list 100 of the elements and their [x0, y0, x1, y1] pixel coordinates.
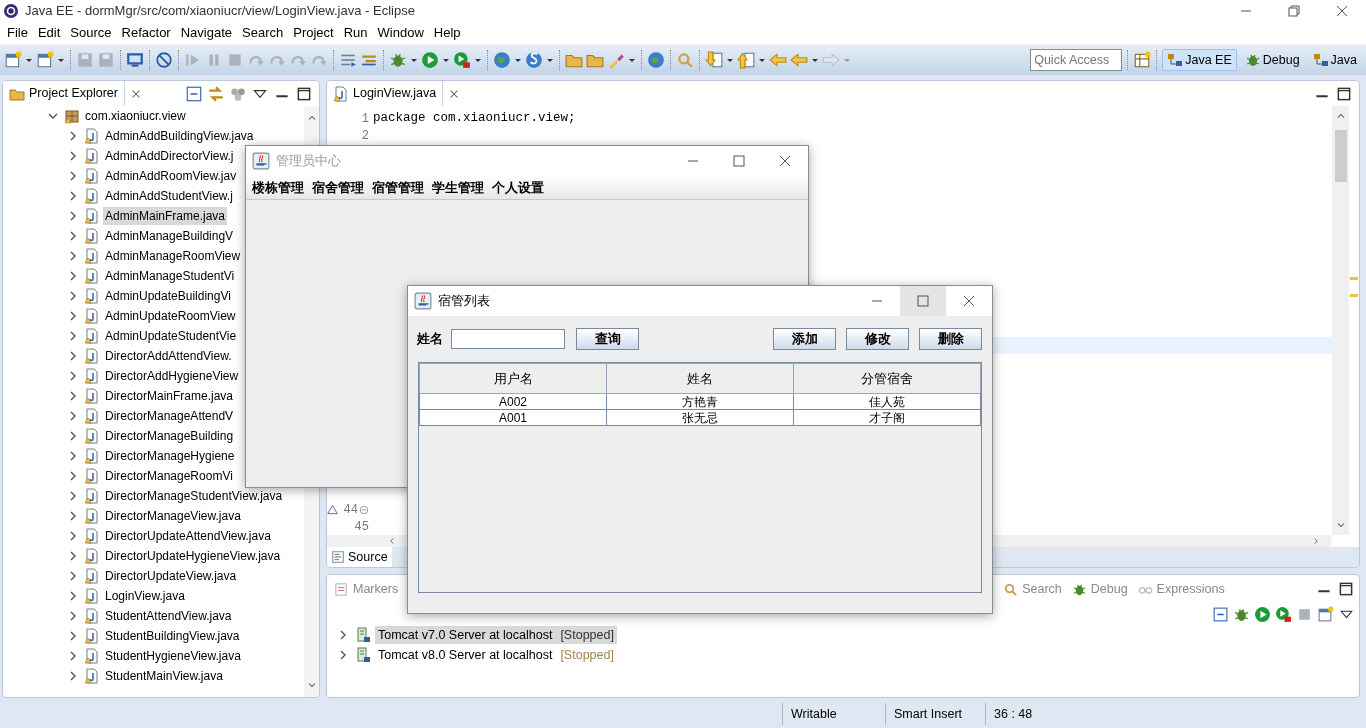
perspective-button[interactable]: Java	[1307, 48, 1362, 72]
file-icon	[84, 288, 100, 304]
file-icon	[84, 368, 100, 384]
menu-item[interactable]: Refactor	[116, 23, 176, 43]
tree-item[interactable]: LoginView.java	[103, 587, 187, 605]
table-icon[interactable]	[1133, 51, 1152, 69]
file-icon	[84, 248, 100, 264]
server-item[interactable]: Tomcat v8.0 Server at localhost [Stopped]	[375, 645, 617, 665]
tree-item[interactable]: AdminUpdateStudentVie	[103, 327, 239, 345]
menu-item[interactable]: File	[2, 23, 33, 43]
tree-item[interactable]: AdminAddDirectorView.j	[103, 147, 236, 165]
menu-item[interactable]: Help	[428, 23, 466, 43]
menu-item[interactable]: 宿管管理	[370, 177, 430, 198]
tree-item[interactable]: AdminMainFrame.java	[103, 207, 228, 225]
name-field[interactable]	[451, 329, 565, 349]
column-header[interactable]: 分管宿舍	[793, 363, 981, 394]
tree-item[interactable]: com.xiaoniucr.view	[83, 107, 188, 125]
panel-tab[interactable]: Search	[1000, 579, 1065, 599]
no-entry-icon[interactable]	[155, 51, 173, 69]
warning-marker[interactable]	[1349, 276, 1359, 281]
server-icon	[355, 647, 371, 663]
column-header[interactable]: 姓名	[606, 363, 794, 394]
menu-item[interactable]: Navigate	[175, 23, 237, 43]
menu-item[interactable]: Search	[237, 23, 289, 43]
menu-item[interactable]: 楼栋管理	[250, 177, 310, 198]
action-button[interactable]: 删除	[919, 328, 982, 350]
action-button[interactable]: 添加	[773, 328, 836, 350]
menu-item[interactable]: Source	[65, 23, 117, 43]
column-header[interactable]: 用户名	[419, 363, 607, 394]
query-button[interactable]: 查询	[576, 328, 639, 350]
panel-tab[interactable]: Project Explorer	[3, 81, 125, 106]
play-icon[interactable]	[453, 51, 471, 69]
tree-item[interactable]: StudentAttendView.java	[103, 607, 234, 625]
tree-item[interactable]: DirectorManageAttendV	[103, 407, 236, 425]
menu-item[interactable]: 宿舍管理	[310, 177, 370, 198]
file-icon	[84, 328, 100, 344]
server-item[interactable]: Tomcat v7.0 Server at localhost [Stopped]	[375, 625, 617, 645]
tree-item[interactable]: AdminAddRoomView.jav	[103, 167, 239, 185]
file-icon	[84, 548, 100, 564]
tree-item[interactable]: StudentBuildingView.java	[103, 627, 242, 645]
collapse-icon[interactable]	[1212, 605, 1229, 623]
file-icon	[84, 228, 100, 244]
globe-icon[interactable]	[525, 51, 543, 69]
monitor-icon[interactable]	[126, 51, 144, 69]
search-field[interactable]: Quick Access	[1030, 49, 1123, 71]
tree-item[interactable]: DirectorManageStudentView.java	[103, 487, 285, 505]
tree-item[interactable]: DirectorMainFrame.java	[103, 387, 236, 405]
tree-item[interactable]: AdminManageBuildingV	[103, 227, 236, 245]
tree-item[interactable]: DirectorUpdateView.java	[103, 567, 239, 585]
play-icon[interactable]	[1275, 605, 1292, 623]
tree-item[interactable]: AdminAddStudentView.j	[103, 187, 235, 205]
new-window-icon[interactable]	[4, 51, 22, 69]
tree-item[interactable]: AdminAddBuildingView.java	[103, 127, 256, 145]
new-document-icon[interactable]	[36, 51, 54, 69]
warning-marker[interactable]	[1349, 293, 1359, 298]
file-icon	[84, 568, 100, 584]
action-button[interactable]: 修改	[846, 328, 909, 350]
tree-item[interactable]: DirectorManageView.java	[103, 507, 243, 525]
server-status: [Stopped]	[560, 646, 614, 664]
panel-tab[interactable]: Expressions	[1134, 579, 1228, 599]
tree-item[interactable]: AdminManageStudentVi	[103, 267, 237, 285]
tree-item[interactable]: DirectorManageRoomVi	[103, 467, 235, 485]
tree-item[interactable]: DirectorManageHygiene	[103, 447, 237, 465]
menu-item[interactable]: Window	[372, 23, 429, 43]
globe-icon[interactable]	[647, 51, 665, 69]
server-icon	[355, 627, 371, 643]
close-icon[interactable]	[1334, 3, 1350, 19]
panel-tab[interactable]: Markers	[331, 579, 402, 599]
tree-item[interactable]: AdminManageRoomView	[103, 247, 243, 265]
tree-item[interactable]: StudentMainView.java	[103, 667, 225, 685]
tree-item[interactable]: DirectorAddHygieneView	[103, 367, 241, 385]
menu-item[interactable]: Run	[338, 23, 373, 43]
play-icon[interactable]	[421, 51, 439, 69]
tree-item[interactable]: DirectorAddAttendView.	[103, 347, 234, 365]
warning-icon	[327, 504, 338, 515]
menu-item[interactable]: 学生管理	[430, 177, 490, 198]
menu-item[interactable]: Project	[288, 23, 339, 43]
maximize-icon[interactable]	[1337, 580, 1355, 598]
tree-item[interactable]: DirectorManageBuilding	[103, 427, 236, 445]
play-icon[interactable]	[1254, 605, 1271, 623]
file-icon	[333, 85, 349, 102]
perspective-button[interactable]: Debug	[1239, 48, 1305, 72]
file-icon	[84, 668, 100, 684]
panel-tab[interactable]: Debug	[1068, 579, 1131, 599]
scrollbar-thumb[interactable]	[1334, 130, 1347, 182]
document-icon[interactable]	[1317, 605, 1334, 623]
menu-item[interactable]: Edit	[32, 23, 66, 43]
collapse-icon[interactable]	[185, 84, 203, 103]
editor-mode-tab[interactable]: Source	[327, 547, 392, 567]
tree-item[interactable]: AdminUpdateRoomView	[103, 307, 238, 325]
restore-icon[interactable]	[1286, 3, 1302, 19]
list-icon	[334, 581, 349, 597]
tree-item[interactable]: DirectorUpdateHygieneView.java	[103, 547, 283, 565]
editor-tab[interactable]: LoginView.java	[327, 81, 444, 106]
arrows-icon[interactable]	[207, 84, 225, 103]
tree-item[interactable]: AdminUpdateBuildingVi	[103, 287, 233, 305]
menu-item[interactable]: 个人设置	[490, 177, 550, 198]
tree-item[interactable]: StudentHygieneView.java	[103, 647, 243, 665]
tree-item[interactable]: DirectorUpdateAttendView.java	[103, 527, 273, 545]
perspective-button[interactable]: Java EE	[1162, 48, 1237, 72]
